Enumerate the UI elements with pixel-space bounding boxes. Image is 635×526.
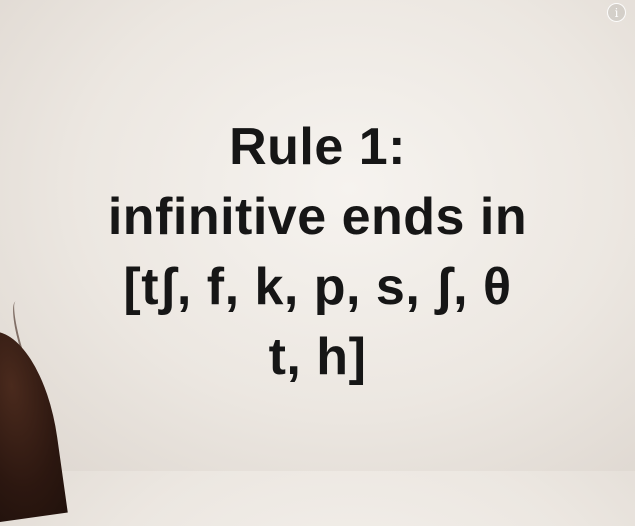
info-icon[interactable]: i xyxy=(607,3,626,22)
slide-text: Rule 1: infinitive ends in [tʃ, f, k, p,… xyxy=(0,112,635,392)
rule-description: infinitive ends in xyxy=(107,188,528,246)
sound-list-line-2: t, h] xyxy=(268,328,367,386)
rule-title: Rule 1: xyxy=(229,118,406,176)
sound-list-line-1: [tʃ, f, k, p, s, ʃ, θ xyxy=(123,258,512,316)
video-frame[interactable]: Rule 1: infinitive ends in [tʃ, f, k, p,… xyxy=(0,0,635,526)
